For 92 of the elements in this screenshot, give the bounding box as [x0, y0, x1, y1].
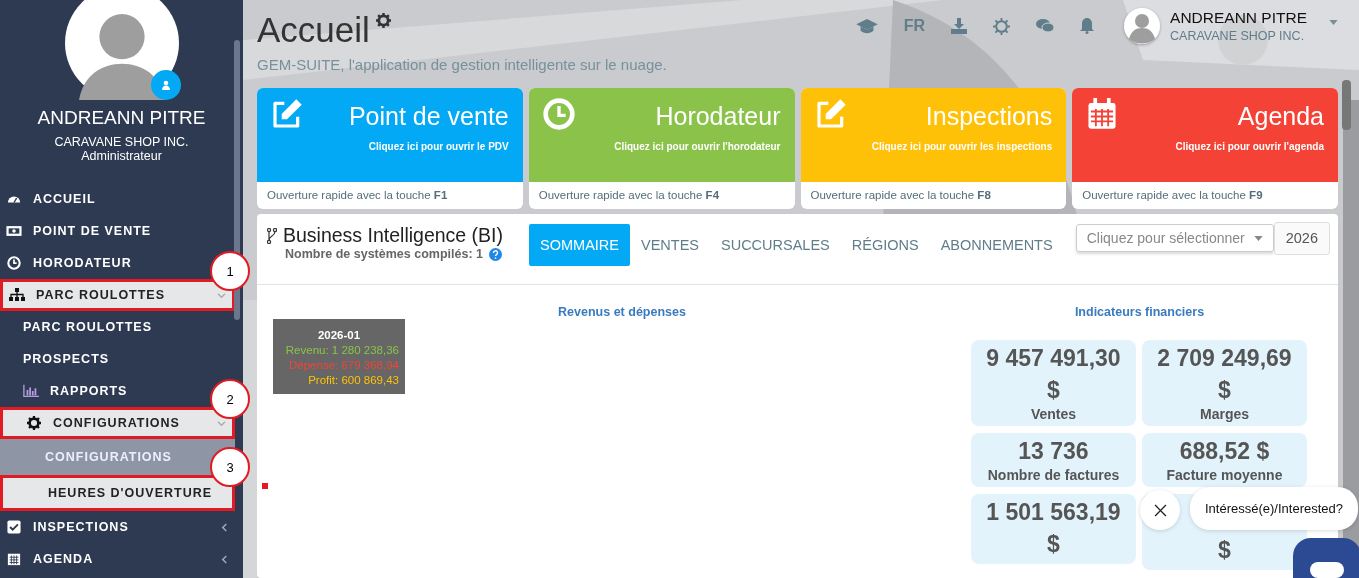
metric-label: Facture moyenne	[1165, 467, 1284, 483]
scrollbar[interactable]	[234, 40, 240, 320]
year-field[interactable]: 2026	[1273, 222, 1330, 255]
menu-item[interactable]: CONFIGURATIONS	[0, 407, 235, 439]
edit-icon	[814, 98, 847, 130]
metric-value: $	[1218, 536, 1231, 565]
page-subtitle: GEM-SUITE, l'application de gestion intelligente sur le nuage.	[257, 56, 668, 73]
user-name: ANDREANN PITRE	[37, 107, 206, 129]
chevron-left-icon	[220, 554, 229, 564]
menu-item[interactable]: INSPECTIONS	[0, 511, 235, 543]
point-marker	[262, 483, 268, 489]
chevron-left-icon	[220, 522, 229, 532]
user-company: CARAVANE SHOP INC.	[54, 135, 189, 149]
metric-label: Marges	[1199, 406, 1250, 422]
bell-icon	[1080, 18, 1095, 34]
page-title: Accueil	[257, 10, 370, 50]
scrollbar[interactable]	[1342, 80, 1351, 130]
card-title: Point de vente	[347, 102, 509, 131]
avatar-icon	[1124, 8, 1161, 44]
download-button[interactable]	[951, 16, 968, 36]
help-icon	[489, 247, 502, 261]
card-footer: Ouverture rapide avec la touche F8	[800, 182, 1067, 209]
shortcut-card[interactable]: Point de vente Cliquez ici pour ouvrir le PDV Ouverture rapide avec la touche F1	[257, 88, 523, 209]
sitemap-icon	[9, 288, 25, 302]
shortcut-card[interactable]: Inspections Cliquez ici pour ouvrir les inspections Ouverture rapide avec la touche F8	[800, 88, 1067, 209]
graduation-cap-button[interactable]	[855, 16, 878, 36]
calendar-icon	[1086, 98, 1119, 130]
menu-item[interactable]: ACCUEIL	[0, 183, 100, 215]
chat-launcher-button[interactable]	[1293, 538, 1359, 578]
caret-icon	[1253, 235, 1263, 241]
card-title: Inspections	[924, 102, 1053, 131]
metric-label: Nombre de factures	[986, 467, 1121, 483]
panel-title: Business Intelligence (BI)	[283, 224, 504, 247]
metric-value: 688,52 $	[1178, 437, 1271, 466]
branch-icon	[267, 227, 277, 244]
calendar-icon	[6, 552, 22, 566]
caret-icon	[1329, 20, 1338, 25]
card-footer: Ouverture rapide avec la touche F4	[528, 182, 795, 209]
select-field[interactable]: Cliquez pour sélectionner	[1075, 224, 1274, 252]
card-footer: Ouverture rapide avec la touche F9	[1072, 182, 1338, 209]
menu-item[interactable]: AGENDA	[0, 543, 235, 575]
user-role: Administrateur	[81, 149, 162, 163]
metric-value: 9 457 491,30 $	[985, 344, 1122, 405]
tab[interactable]: SUCCURSALES	[710, 224, 841, 266]
metric-value: 1 501 563,19 $	[985, 498, 1122, 559]
banknote-icon	[6, 224, 22, 238]
tooltip-title: 2026-01	[316, 328, 362, 343]
menu-item[interactable]: PARC ROULOTTES	[0, 311, 157, 343]
gear-icon	[375, 13, 391, 28]
card-footer: Ouverture rapide avec la touche F1	[257, 182, 523, 209]
metric-label: Ventes	[1029, 406, 1078, 422]
shortcut-card[interactable]: Horodateur Cliquez ici pour ouvrir l'horodateur Ouverture rapide avec la touche F4	[528, 88, 795, 209]
card-title: Agenda	[1236, 102, 1324, 131]
graduation-cap-icon	[855, 18, 878, 34]
download-icon	[951, 18, 968, 34]
card-title: Horodateur	[654, 102, 781, 131]
chat-bar-icon	[1310, 562, 1344, 578]
metric-value: 2 709 249,69 $	[1156, 344, 1293, 405]
checkbox-icon	[6, 520, 22, 534]
brightness-button[interactable]	[993, 16, 1011, 36]
bar-chart-icon	[23, 384, 39, 398]
tab[interactable]: ABONNEMENTS	[929, 224, 1064, 266]
close-icon	[1153, 503, 1167, 517]
sun-icon	[993, 17, 1011, 35]
chevron-down-icon	[217, 290, 226, 300]
menu-item[interactable]: POINT DE VENTE	[0, 215, 156, 247]
callout-number: 2	[210, 379, 250, 419]
chart-title: Revenus et dépenses	[557, 305, 687, 319]
speech-bubbles-icon	[1036, 19, 1055, 33]
tooltip-line: Dépense: 679 368,94	[288, 358, 399, 373]
menu-item[interactable]: RAPPORTS	[0, 375, 132, 407]
menu-item[interactable]: HEURES D'OUVERTURE	[0, 475, 235, 511]
menu-item[interactable]: PROSPECTS	[0, 343, 114, 375]
tooltip-line: Revenu: 1 280 238,36	[284, 343, 399, 358]
chevron-down-icon	[217, 418, 226, 428]
menu-item[interactable]: HORODATEUR	[0, 247, 136, 279]
edit-icon	[271, 98, 303, 130]
card-link[interactable]: Cliquez ici pour ouvrir l'agenda	[1118, 141, 1324, 152]
tooltip-line: Profit: 600 869,43	[307, 373, 399, 388]
clock-icon	[542, 98, 575, 130]
tab[interactable]: RÉGIONS	[840, 224, 930, 266]
person-icon	[160, 80, 171, 90]
gear-icon	[26, 416, 42, 430]
menu-item[interactable]: PARC ROULOTTES	[0, 279, 235, 311]
compiled-count: Nombre de systèmes compilés: 1	[285, 247, 483, 261]
shortcut-card[interactable]: Agenda Cliquez ici pour ouvrir l'agenda Ouverture rapide avec la touche F9	[1072, 88, 1338, 209]
metric-value: 13 736	[1017, 437, 1090, 466]
indicators-title: Indicateurs financiers	[1073, 305, 1206, 319]
chat-prompt: Intéressé(e)/Interested?	[1190, 487, 1358, 530]
notifications-button[interactable]	[1080, 16, 1095, 36]
clock-icon	[6, 256, 22, 270]
tab[interactable]: VENTES	[630, 224, 710, 266]
